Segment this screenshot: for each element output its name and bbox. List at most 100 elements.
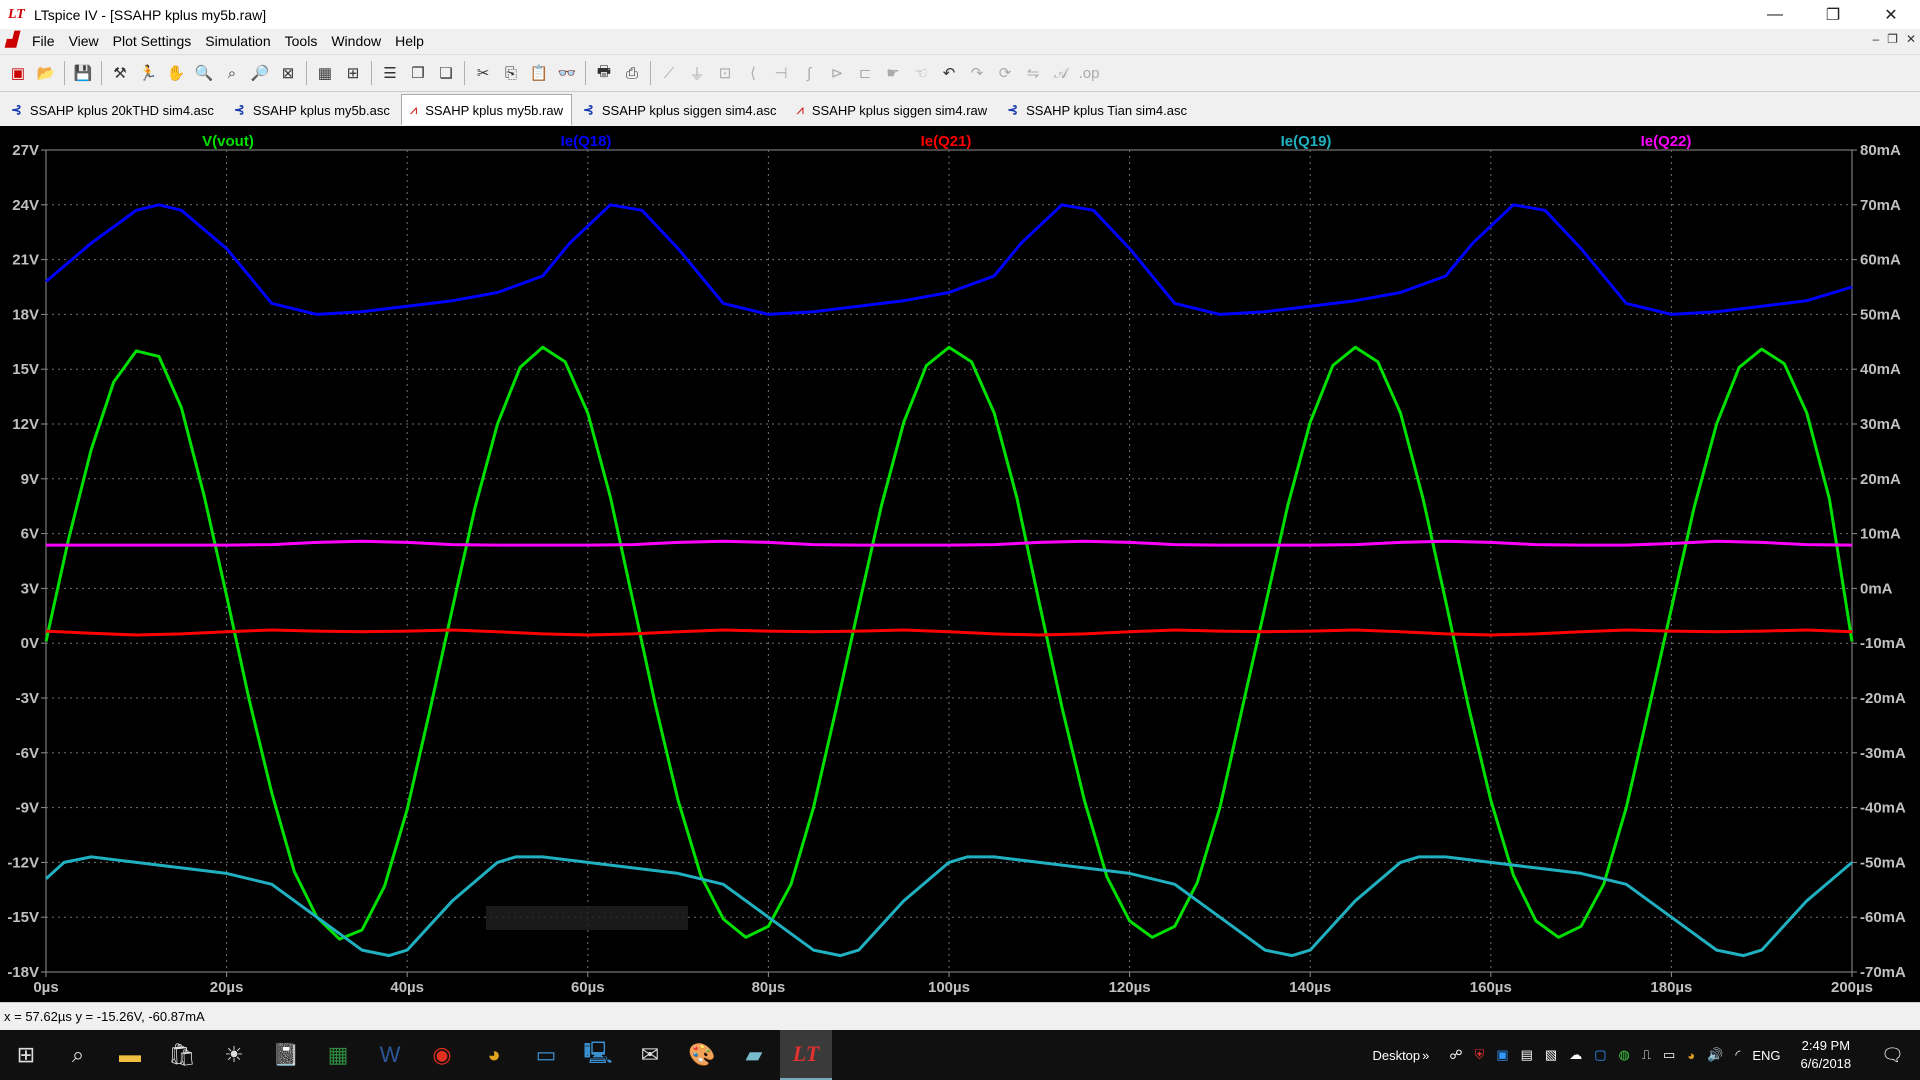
- chrome-tray-icon[interactable]: ◕: [1687, 1048, 1695, 1063]
- zoom-out-icon[interactable]: 🔎: [248, 61, 272, 85]
- zoom-in-icon[interactable]: 🔍: [192, 61, 216, 85]
- mdi-minimize-button[interactable]: –: [1872, 32, 1879, 46]
- ground-icon[interactable]: ⏚: [685, 61, 709, 85]
- volume-icon[interactable]: 🔊: [1707, 1047, 1723, 1063]
- zoom-fit-icon[interactable]: ⊠: [276, 61, 300, 85]
- waveform-icon: ⩘: [409, 102, 418, 117]
- drag-hand-icon[interactable]: ☜: [909, 61, 933, 85]
- menu-window[interactable]: Window: [331, 33, 381, 49]
- tray-app-icon[interactable]: ▣: [1496, 1047, 1508, 1063]
- ltspice-taskbar-icon[interactable]: LT: [780, 1030, 832, 1080]
- wifi-icon[interactable]: ◜: [1735, 1047, 1740, 1063]
- save-icon[interactable]: 💾: [71, 61, 95, 85]
- search-icon[interactable]: ⌕: [52, 1030, 104, 1080]
- spice-directive-icon[interactable]: .op: [1077, 61, 1101, 85]
- menu-plot-settings[interactable]: Plot Settings: [113, 33, 192, 49]
- windows-start-icon[interactable]: ⊞: [0, 1030, 52, 1080]
- shield-icon[interactable]: ⛨: [1475, 1047, 1485, 1063]
- desktop-toolbar-label[interactable]: Desktop: [1372, 1048, 1420, 1063]
- language-indicator[interactable]: ENG: [1752, 1048, 1780, 1063]
- diode-icon[interactable]: ⊳: [825, 61, 849, 85]
- open-folder-icon[interactable]: 📂: [34, 61, 58, 85]
- notepad-icon[interactable]: 📓: [260, 1030, 312, 1080]
- tray-monitor-icon[interactable]: ▤: [1521, 1047, 1533, 1063]
- tab-my5b-asc[interactable]: ⊰ SSAHP kplus my5b.asc: [225, 95, 399, 125]
- tray-globe-icon[interactable]: ◍: [1619, 1047, 1630, 1063]
- capacitor-icon[interactable]: ⊣: [769, 61, 793, 85]
- waveform-chart[interactable]: 0µs 20µs 40µs 60µs 80µs 100µs 120µs 140µs 160µs 1…: [0, 126, 1920, 1002]
- tray-window-icon[interactable]: ▢: [1594, 1047, 1606, 1063]
- autorange-icon[interactable]: ▦: [313, 61, 337, 85]
- run-simulation-icon[interactable]: 🏃: [136, 61, 160, 85]
- paste-icon[interactable]: 📋: [527, 61, 551, 85]
- tab-my5b-raw[interactable]: ⩘ SSAHP kplus my5b.raw: [400, 94, 572, 125]
- minimize-button[interactable]: —: [1746, 0, 1804, 29]
- tile-windows-icon[interactable]: ❏: [434, 61, 458, 85]
- pick-visible-traces-icon[interactable]: ⊞: [341, 61, 365, 85]
- computer-icon[interactable]: 🖳: [572, 1030, 624, 1080]
- print-setup-icon[interactable]: 🖶: [592, 61, 616, 85]
- new-schematic-icon[interactable]: ▣: [6, 61, 30, 85]
- schematic-icon: ⊰: [11, 102, 22, 117]
- cloud-icon[interactable]: ☁: [1569, 1047, 1582, 1063]
- undo-icon[interactable]: ↶: [937, 61, 961, 85]
- document-waveform-icon[interactable]: ▟: [6, 34, 24, 48]
- cut-icon[interactable]: ✂: [471, 61, 495, 85]
- clock[interactable]: 2:49 PM 6/6/2018: [1801, 1037, 1852, 1073]
- resistor-icon[interactable]: ⟨: [741, 61, 765, 85]
- redo-icon[interactable]: ↷: [965, 61, 989, 85]
- settings-sun-icon[interactable]: ☀: [208, 1030, 260, 1080]
- menu-view[interactable]: View: [69, 33, 99, 49]
- cascade-windows-icon[interactable]: ❒: [406, 61, 430, 85]
- paint-icon[interactable]: 🎨: [676, 1030, 728, 1080]
- draw-wire-icon[interactable]: ⟋: [657, 61, 681, 85]
- control-panel-hammer-icon[interactable]: ⚒: [108, 61, 132, 85]
- tab-20kthd-sim4-asc[interactable]: ⊰ SSAHP kplus 20kTHD sim4.asc: [2, 95, 223, 125]
- print-icon[interactable]: ⎙: [620, 61, 644, 85]
- menu-help[interactable]: Help: [395, 33, 424, 49]
- zoom-area-icon[interactable]: ⌕: [220, 61, 244, 85]
- close-button[interactable]: ✕: [1862, 0, 1920, 29]
- pan-hand-icon[interactable]: ✋: [164, 61, 188, 85]
- tile-horizontal-icon[interactable]: ☰: [378, 61, 402, 85]
- waveform-plot-pane[interactable]: 0µs 20µs 40µs 60µs 80µs 100µs 120µs 140µs 160µs 1…: [0, 126, 1920, 1002]
- text-icon[interactable]: 𝒜: [1049, 61, 1073, 85]
- restore-button[interactable]: ❐: [1804, 0, 1862, 29]
- mdi-restore-button[interactable]: ❐: [1887, 32, 1898, 46]
- move-hand-icon[interactable]: ☛: [881, 61, 905, 85]
- rotate-icon[interactable]: ⟳: [993, 61, 1017, 85]
- file-explorer-icon[interactable]: ▬: [104, 1030, 156, 1080]
- menu-file[interactable]: File: [32, 33, 55, 49]
- copy-icon[interactable]: ⎘: [499, 61, 523, 85]
- mail-icon[interactable]: ✉: [624, 1030, 676, 1080]
- inductor-icon[interactable]: ∫: [797, 61, 821, 85]
- component-icon[interactable]: ⊏: [853, 61, 877, 85]
- display-app-icon[interactable]: ▭: [520, 1030, 572, 1080]
- word-icon[interactable]: W: [364, 1030, 416, 1080]
- usb-icon[interactable]: ⎍: [1642, 1047, 1651, 1063]
- label-net-icon[interactable]: ⊡: [713, 61, 737, 85]
- menu-tools[interactable]: Tools: [285, 33, 318, 49]
- system-tray: Desktop » ☍ ⛨ ▣ ▤ ▧ ☁ ▢ ◍ ⎍ ▭ ◕ 🔊 ◜ ENG …: [1366, 1030, 1920, 1080]
- red-app-icon[interactable]: ◉: [416, 1030, 468, 1080]
- action-center-icon[interactable]: 🗨: [1881, 1045, 1904, 1066]
- excel-icon[interactable]: ▦: [312, 1030, 364, 1080]
- mirror-icon[interactable]: ⇋: [1021, 61, 1045, 85]
- tray-photo-icon[interactable]: ▧: [1545, 1047, 1557, 1063]
- chevron-double-icon[interactable]: »: [1422, 1048, 1429, 1063]
- toolbar: ▣ 📂 💾 ⚒ 🏃 ✋ 🔍 ⌕ 🔎 ⊠ ▦ ⊞ ☰ ❒ ❏ ✂ ⎘ 📋 👓 🖶 …: [0, 54, 1920, 92]
- menu-simulation[interactable]: Simulation: [205, 33, 270, 49]
- notes-app-icon[interactable]: ▰: [728, 1030, 780, 1080]
- battery-icon[interactable]: ▭: [1663, 1047, 1675, 1063]
- chrome-icon[interactable]: ◕: [468, 1030, 520, 1080]
- y-right-tick-label: -30mA: [1860, 745, 1906, 762]
- store-icon[interactable]: 🛍: [156, 1030, 208, 1080]
- tab-tian-sim4-asc[interactable]: ⊰ SSAHP kplus Tian sim4.asc: [998, 95, 1196, 125]
- find-binoculars-icon[interactable]: 👓: [555, 61, 579, 85]
- y-right-tick-label: 40mA: [1860, 361, 1901, 378]
- tab-siggen-sim4-raw[interactable]: ⩘ SSAHP kplus siggen sim4.raw: [788, 95, 997, 125]
- mdi-close-button[interactable]: ✕: [1906, 32, 1916, 46]
- y-left-tick-label: 27V: [12, 142, 39, 159]
- tab-siggen-sim4-asc[interactable]: ⊰ SSAHP kplus siggen sim4.asc: [574, 95, 786, 125]
- people-icon[interactable]: ☍: [1449, 1047, 1462, 1063]
